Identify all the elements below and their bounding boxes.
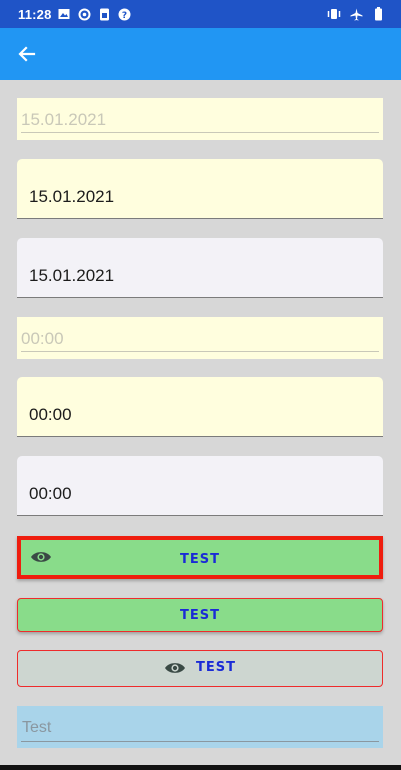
button-label: TEST <box>180 552 220 567</box>
date-picker-filled-grey[interactable]: 15.01.2021 <box>17 238 383 298</box>
status-time: 11:28 <box>18 7 52 22</box>
underline <box>21 351 379 352</box>
time-value: 00:00 <box>29 484 72 503</box>
status-bar: 11:28 ? <box>0 0 401 28</box>
date-value: 15.01.2021 <box>29 187 115 206</box>
time-value: 00:00 <box>21 329 64 348</box>
text-entry[interactable]: Test <box>17 706 383 748</box>
underline <box>21 132 379 133</box>
date-picker-compact[interactable]: 15.01.2021 <box>17 98 383 140</box>
vibrate-icon <box>327 7 341 21</box>
arrow-left-icon[interactable] <box>16 43 38 65</box>
date-picker-filled-yellow[interactable]: 15.01.2021 <box>17 159 383 219</box>
button-content: TEST <box>18 660 382 675</box>
sim-card-icon <box>97 7 111 21</box>
app-bar <box>0 28 401 80</box>
data-saver-icon <box>77 7 91 21</box>
navigation-bar <box>0 765 401 770</box>
help-icon: ? <box>117 7 131 21</box>
battery-icon <box>371 7 385 21</box>
time-picker-compact[interactable]: 00:00 <box>17 317 383 359</box>
underline <box>21 741 379 742</box>
svg-text:?: ? <box>121 11 126 21</box>
time-value: 00:00 <box>29 405 72 424</box>
status-icons-left: ? <box>57 7 131 21</box>
image-icon <box>57 7 71 21</box>
date-value: 15.01.2021 <box>21 110 107 129</box>
test-button-with-icon[interactable]: TEST <box>17 536 383 579</box>
time-picker-filled-grey[interactable]: 00:00 <box>17 456 383 516</box>
test-button[interactable]: TEST <box>17 598 383 632</box>
button-label: TEST <box>196 660 236 675</box>
status-icons-right <box>327 7 385 21</box>
test-button-outlined[interactable]: TEST <box>17 650 383 687</box>
time-picker-filled-yellow[interactable]: 00:00 <box>17 377 383 437</box>
entry-placeholder: Test <box>22 719 52 736</box>
button-label: TEST <box>180 608 220 623</box>
airplane-icon <box>349 7 363 21</box>
eye-icon <box>164 661 186 675</box>
date-value: 15.01.2021 <box>29 266 115 285</box>
